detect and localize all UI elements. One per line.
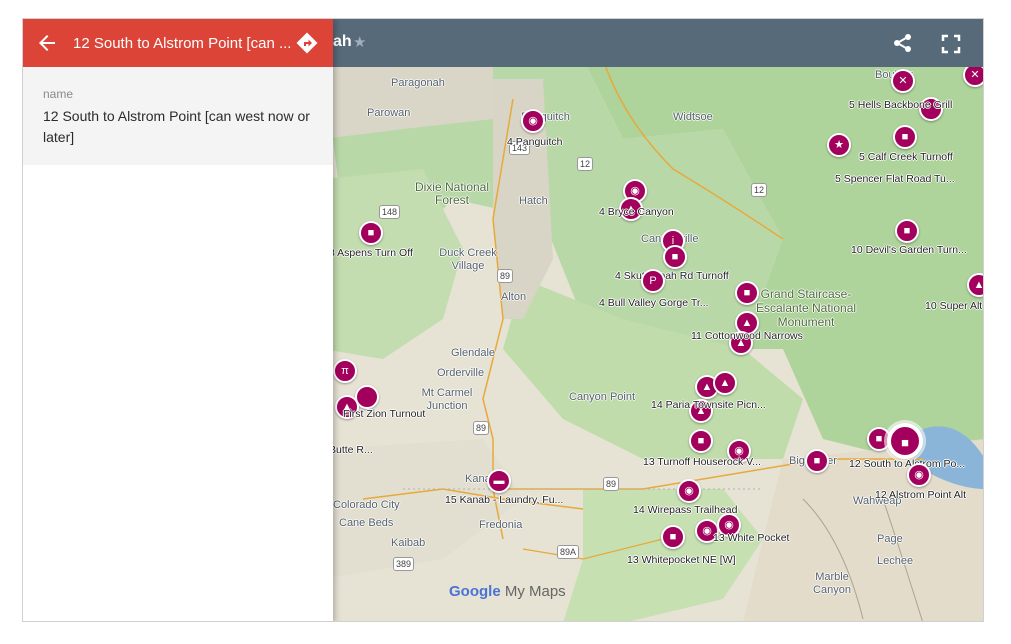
panel-header: 12 South to Alstrom Point [can ... [23, 19, 333, 67]
car-icon[interactable]: ■ [805, 449, 829, 473]
directions-icon[interactable] [295, 31, 319, 55]
camera-icon[interactable]: ◉ [677, 479, 701, 503]
route-shield: 12 [751, 183, 768, 197]
route-shield: 148 [379, 205, 401, 219]
place-glendale: Glendale [451, 347, 496, 359]
place-alton: Alton [501, 291, 527, 303]
place-marble-canyon: Marble Canyon [813, 571, 851, 596]
place-dixie-national-forest: Dixie National Forest [414, 180, 490, 207]
car-icon[interactable]: ■ [689, 429, 713, 453]
marker-label: 13 Turnoff Houserock V... [643, 456, 761, 468]
place-grand-staircase: Grand Staircase-Escalante National Monum… [755, 287, 857, 329]
car-icon[interactable]: ■ [661, 525, 685, 549]
place-colorado-city: Colorado City [333, 499, 400, 511]
place-widtsoe: Widtsoe [673, 111, 713, 123]
field-label: name [43, 87, 74, 101]
map-frame: Paragonah Parowan Panguitch Widtsoe Dixi… [22, 18, 984, 622]
place-hatch: Hatch [519, 195, 548, 207]
marker-label: 5 Spencer Flat Road Tu... [835, 173, 955, 185]
fullscreen-icon[interactable] [939, 32, 963, 56]
arrow-back-icon[interactable] [35, 31, 59, 55]
camera-icon[interactable]: ◉ [521, 109, 545, 133]
marker-label: 12 South to Alstrom Po... [849, 458, 966, 470]
marker-label: 4 Bull Valley Gorge Tr... [599, 297, 709, 309]
car-icon[interactable]: ■ [735, 281, 759, 305]
selected-car-marker[interactable]: ■ [887, 423, 923, 459]
marker-label: 3 Aspens Turn Off [329, 247, 413, 259]
laundry-icon[interactable]: ▬ [487, 469, 511, 493]
place-mt-carmel-junction: Mt Carmel Junction [421, 387, 473, 412]
place-cane-beds: Cane Beds [339, 517, 394, 529]
marker-label: 11 Cottonwood Narrows [691, 330, 803, 342]
field-value: 12 South to Alstrom Point [can west now … [43, 108, 310, 145]
route-shield: 89A [557, 545, 580, 559]
car-icon[interactable]: ■ [893, 125, 917, 149]
star-marker-icon[interactable]: ★ [827, 133, 851, 157]
marker-label: First Zion Turnout [343, 408, 426, 420]
marker-label: 5 Calf Creek Turnoff [859, 151, 953, 163]
place-page: Page [877, 533, 903, 545]
panel-title: 12 South to Alstrom Point [can ... [73, 35, 292, 52]
picnic-icon[interactable]: π [333, 359, 357, 383]
marker-label: 14 Paria Townsite Picn... [651, 399, 766, 411]
marker-label: Butte R... [329, 444, 373, 456]
car-icon[interactable]: ■ [895, 219, 919, 243]
route-shield: 12 [577, 157, 594, 171]
parking-icon[interactable]: P [641, 269, 665, 293]
route-shield: 389 [393, 557, 415, 571]
car-icon[interactable]: ■ [359, 221, 383, 245]
marker-label: 13 Whitepocket NE [W] [627, 554, 736, 566]
marker-label: 4 Panguitch [507, 136, 563, 148]
place-lechee: Lechee [877, 555, 914, 567]
car-icon[interactable]: ■ [663, 245, 687, 269]
marker-label: 4 Bryce Canyon [599, 206, 674, 218]
camera-icon[interactable]: ◉ [907, 463, 931, 487]
place-fredonia: Fredonia [479, 519, 523, 531]
marker-label: 5 Hells Backbone Grill [849, 99, 953, 111]
tent-icon[interactable]: ▲ [713, 371, 737, 395]
map-title-fragment: ah [333, 33, 352, 50]
share-icon[interactable] [891, 31, 915, 55]
place-orderville: Orderville [437, 367, 485, 379]
google-my-maps-logo: Google My Maps [449, 583, 566, 600]
tent-icon[interactable]: ▲ [967, 273, 983, 297]
marker-label: 13 White Pocket [713, 532, 790, 544]
place-paragonah: Paragonah [391, 77, 445, 89]
route-shield: 89 [497, 269, 514, 283]
marker-label: 4 Skutumpah Rd Turnoff [615, 270, 729, 282]
marker-label: 12 Alstrom Point Alt [875, 489, 967, 501]
place-canyon-point: Canyon Point [569, 391, 636, 403]
place-parowan: Parowan [367, 107, 411, 119]
route-shield: 89 [603, 477, 620, 491]
star-icon[interactable]: ★ [353, 33, 366, 51]
restaurant-icon[interactable]: ✕ [891, 69, 915, 93]
marker-label: 10 Super Alt [925, 300, 983, 312]
feature-details-panel: 12 South to Alstrom Point [can ... name … [23, 19, 333, 621]
marker-label: 15 Kanab - Laundry, Fu... [445, 494, 564, 506]
place-kaibab: Kaibab [391, 537, 426, 549]
marker-label: 10 Devil's Garden Turn... [851, 244, 967, 256]
panel-field: name 12 South to Alstrom Point [can west… [23, 67, 333, 165]
route-shield: 89 [473, 421, 490, 435]
